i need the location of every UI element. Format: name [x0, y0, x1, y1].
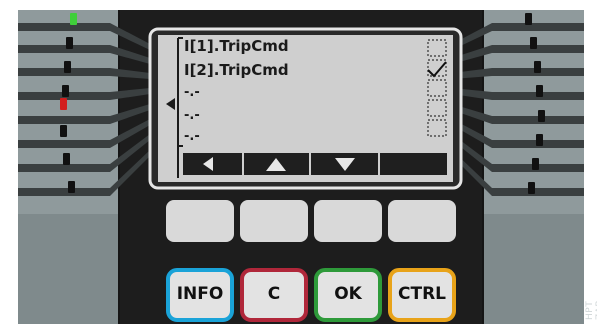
led-red — [60, 98, 67, 110]
c-button-label: C — [267, 284, 281, 304]
device-front-panel: I[1].TripCmd I[2].TripCmd -.- -.- -.- IN… — [0, 0, 597, 324]
ctrl-button-label: CTRL — [398, 284, 446, 304]
screen-line-1: I[1].TripCmd — [184, 37, 289, 55]
softkey-4-button[interactable] — [388, 200, 456, 242]
watermark-text: HPT ZAB — [585, 300, 597, 320]
softkey-3-button[interactable] — [314, 200, 382, 242]
led-green — [70, 13, 77, 25]
screen-line-5: -.- — [184, 129, 200, 144]
softkey-1-button[interactable] — [166, 200, 234, 242]
ok-button-label: OK — [334, 284, 362, 304]
screen-line-2: I[2].TripCmd — [184, 61, 289, 79]
screen-line-4: -.- — [184, 108, 200, 123]
info-button-label: INFO — [176, 284, 224, 304]
screen-line-3: -.- — [184, 85, 200, 100]
softkey-2-button[interactable] — [240, 200, 308, 242]
softkey-bar — [183, 153, 447, 175]
panel-graphic — [0, 0, 597, 324]
